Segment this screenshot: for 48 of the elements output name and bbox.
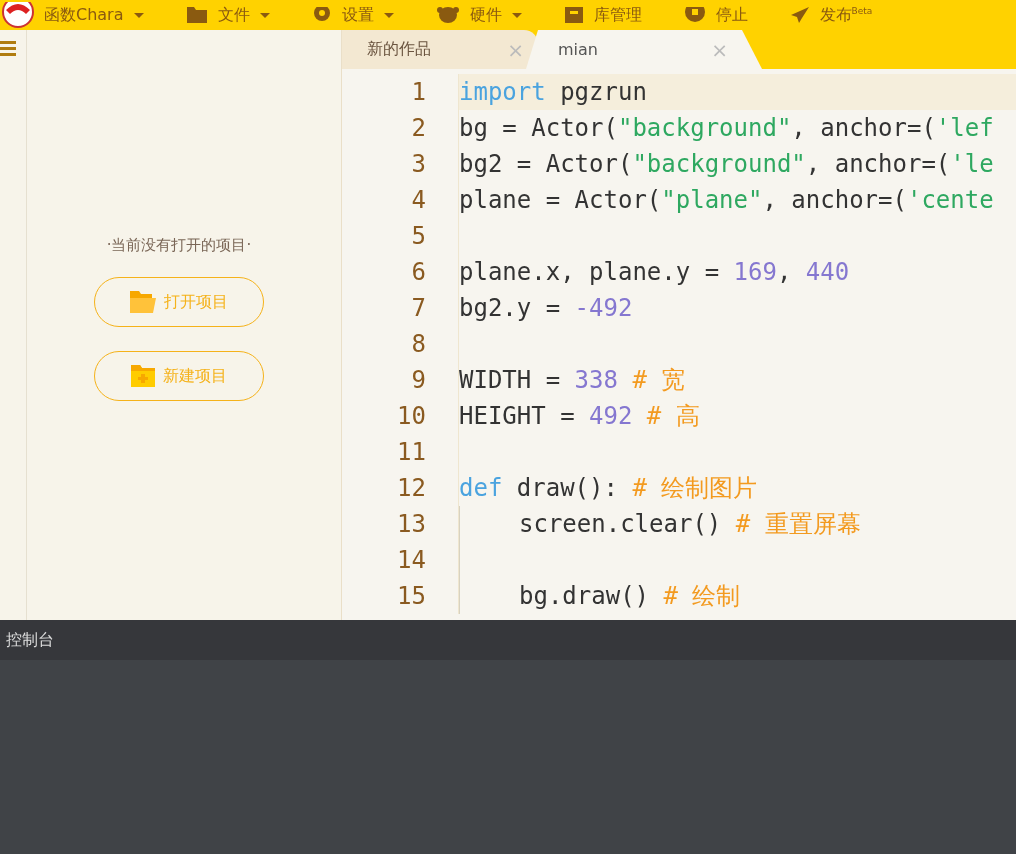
- empty-message: ·当前没有打开的项目·: [106, 236, 252, 255]
- line-number: 6: [410, 258, 427, 286]
- code-line: HEIGHT = 492 # 高: [459, 401, 700, 432]
- line-number: 15: [396, 582, 427, 610]
- line-number: 12: [396, 474, 427, 502]
- code-line: import pgzrun: [459, 78, 647, 106]
- folder-plus-icon: [131, 365, 155, 387]
- code-line: plane = Actor("plane", anchor=('cente: [459, 186, 994, 214]
- line-number: 10: [396, 402, 427, 430]
- editor-tab[interactable]: 新的作品 ×: [342, 30, 538, 69]
- line-number: 11: [396, 438, 427, 466]
- box-icon: [563, 7, 584, 23]
- code-line: WIDTH = 338 # 宽: [459, 365, 686, 396]
- gear-icon: [311, 7, 332, 23]
- menu-item[interactable]: 停止: [683, 4, 748, 26]
- avatar-icon: [2, 2, 34, 28]
- menu-item[interactable]: 设置: [311, 4, 394, 26]
- line-number: 9: [410, 366, 427, 394]
- line-number: 5: [410, 222, 427, 250]
- code-line: bg2 = Actor("background", anchor=('le: [459, 150, 994, 178]
- menu-item[interactable]: 发布$^{Beta}$: [789, 4, 873, 26]
- code-line: screen.clear() # 重置屏幕: [519, 509, 861, 540]
- menu-item[interactable]: 硬件: [435, 4, 522, 26]
- code-line: def draw(): # 绘制图片: [459, 473, 758, 504]
- bear-icon: [435, 7, 460, 23]
- paper-plane-icon: [789, 7, 810, 23]
- menu-item[interactable]: 文件: [185, 4, 270, 26]
- folder-icon: [185, 7, 208, 23]
- editor-tab[interactable]: mian ×: [526, 30, 762, 69]
- line-number: 1: [410, 78, 427, 106]
- code-line: plane.x, plane.y = 169, 440: [459, 258, 850, 286]
- code-line: bg.draw() # 绘制: [519, 581, 741, 612]
- code-line: bg2.y = -492: [459, 294, 633, 322]
- line-number: 2: [410, 114, 427, 142]
- menu-icon[interactable]: [0, 40, 16, 58]
- code-editor[interactable]: [342, 69, 1016, 620]
- line-number: 14: [396, 546, 427, 574]
- menu-item[interactable]: 函数Chara: [2, 2, 144, 28]
- line-number: 8: [410, 330, 427, 358]
- menu-item[interactable]: 库管理: [563, 4, 642, 26]
- folder-icon: [130, 291, 156, 313]
- line-number: 3: [410, 150, 427, 178]
- stop-icon: [683, 7, 706, 23]
- line-number: 7: [410, 294, 427, 322]
- line-number: 4: [410, 186, 427, 214]
- line-number: 13: [396, 510, 427, 538]
- console-title: 控制台: [6, 629, 54, 651]
- code-line: bg = Actor("background", anchor=('lef: [459, 114, 994, 142]
